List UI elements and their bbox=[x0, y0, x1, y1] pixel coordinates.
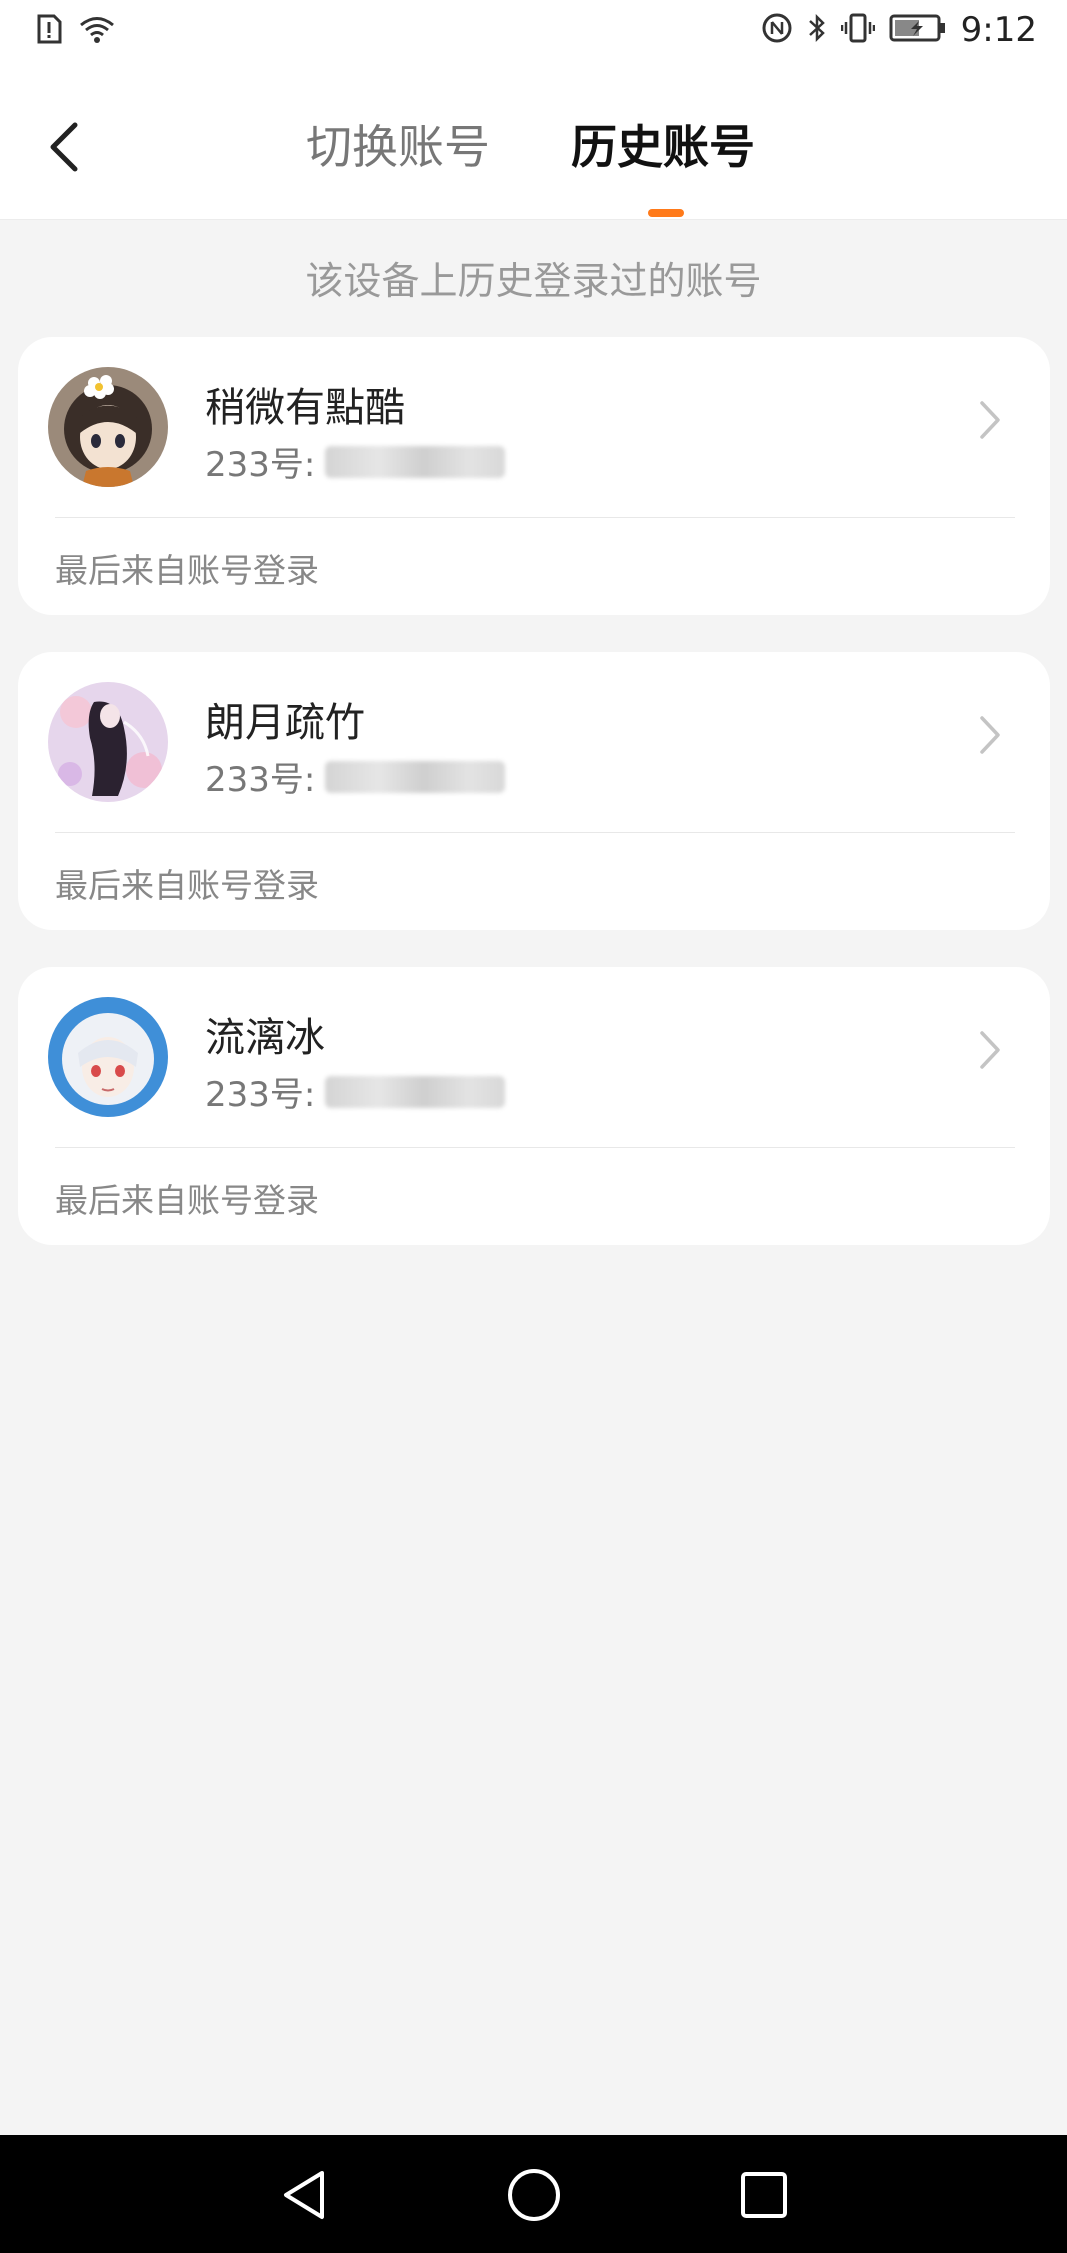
account-name: 稍微有點酷 bbox=[205, 385, 405, 431]
divider bbox=[55, 517, 1015, 518]
account-id-label: 233号: bbox=[205, 445, 316, 485]
account-id-row: 233号: bbox=[205, 1067, 506, 1116]
nav-home-button[interactable] bbox=[504, 2165, 564, 2225]
nav-recents-button[interactable] bbox=[734, 2165, 794, 2225]
account-card[interactable]: 朗月疏竹 233号: 最后来自账号登录 bbox=[18, 652, 1050, 930]
nfc-icon bbox=[761, 12, 793, 48]
recents-square-icon bbox=[741, 2172, 787, 2218]
history-hint-text: 该设备上历史登录过的账号 bbox=[305, 259, 762, 303]
avatar bbox=[48, 682, 168, 802]
account-id-row: 233号: bbox=[205, 752, 506, 801]
battery-icon bbox=[889, 13, 947, 47]
bluetooth-icon bbox=[807, 12, 827, 48]
system-nav-bar bbox=[0, 2135, 1067, 2253]
last-login-text: 最后来自账号登录 bbox=[55, 866, 319, 905]
avatar bbox=[48, 367, 168, 487]
chevron-right-icon bbox=[978, 1029, 1002, 1075]
header: 切换账号 历史账号 bbox=[0, 64, 1067, 220]
account-name: 流漓冰 bbox=[205, 1015, 325, 1061]
account-id-blurred bbox=[325, 1075, 506, 1108]
status-bar-right: 9:12 bbox=[761, 10, 1037, 50]
last-login-text: 最后来自账号登录 bbox=[55, 551, 319, 590]
status-bar: 9:12 bbox=[0, 0, 1067, 64]
active-tab-indicator bbox=[648, 209, 684, 217]
divider bbox=[55, 1147, 1015, 1148]
account-name: 朗月疏竹 bbox=[205, 700, 365, 746]
wifi-icon bbox=[78, 14, 116, 48]
tab-history-account[interactable]: 历史账号 bbox=[571, 119, 755, 175]
account-id-blurred bbox=[325, 760, 506, 793]
back-button[interactable] bbox=[36, 119, 92, 175]
status-bar-left bbox=[36, 14, 116, 48]
home-circle-icon bbox=[508, 2169, 560, 2221]
account-card[interactable]: 稍微有點酷 233号: 最后来自账号登录 bbox=[18, 337, 1050, 615]
status-time: 9:12 bbox=[960, 10, 1037, 50]
alert-icon bbox=[36, 14, 62, 48]
tab-switch-account[interactable]: 切换账号 bbox=[306, 119, 490, 175]
account-card[interactable]: 流漓冰 233号: 最后来自账号登录 bbox=[18, 967, 1050, 1245]
account-id-label: 233号: bbox=[205, 760, 316, 800]
back-triangle-icon bbox=[284, 2171, 324, 2219]
chevron-left-icon bbox=[50, 122, 78, 172]
last-login-text: 最后来自账号登录 bbox=[55, 1181, 319, 1220]
nav-back-button[interactable] bbox=[274, 2165, 334, 2225]
vibrate-icon bbox=[840, 12, 875, 48]
account-id-label: 233号: bbox=[205, 1075, 316, 1115]
divider bbox=[55, 832, 1015, 833]
account-id-row: 233号: bbox=[205, 437, 506, 486]
avatar bbox=[48, 997, 168, 1117]
chevron-right-icon bbox=[978, 714, 1002, 760]
account-id-blurred bbox=[325, 445, 506, 478]
chevron-right-icon bbox=[978, 399, 1002, 445]
